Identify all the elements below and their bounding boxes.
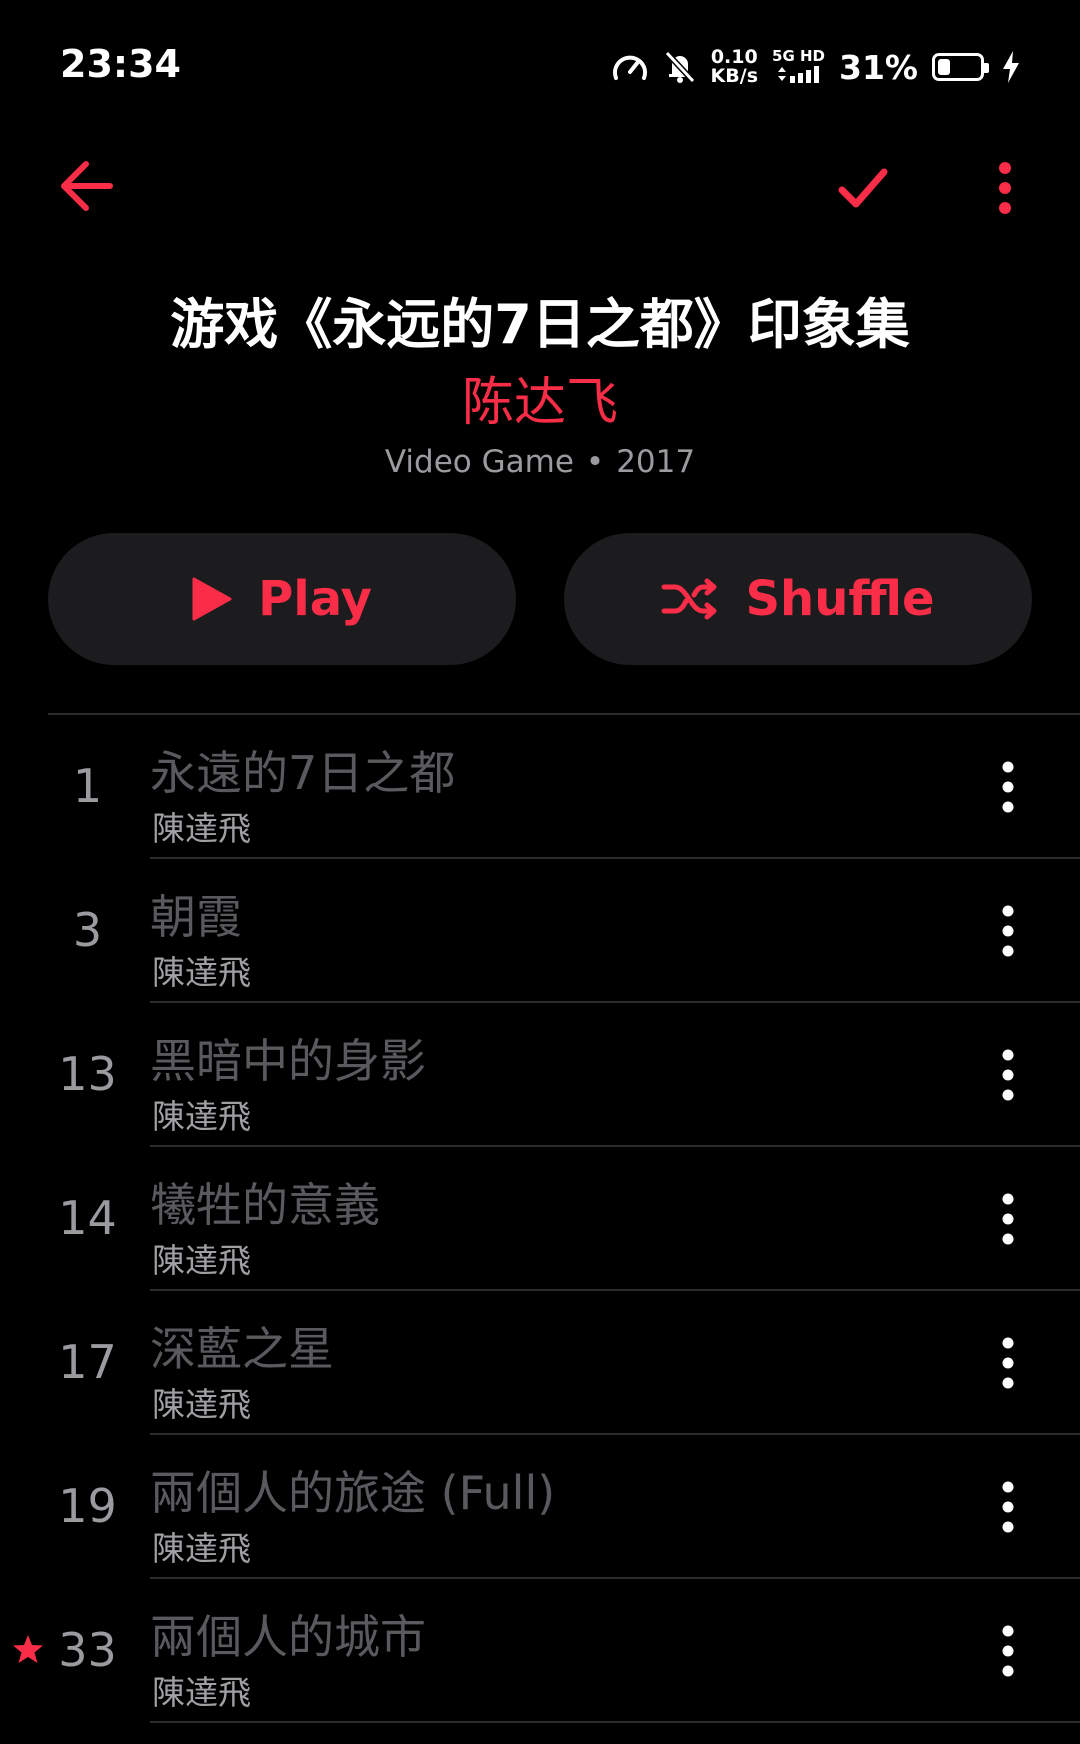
track-row[interactable]: 19 兩個人的旅途 (Full) 陳達飛 [0,1435,1080,1579]
track-number: 1 [72,759,103,813]
track-title: 犧牲的意義 [150,1178,380,1232]
track-artist: 陳達飛 [152,1673,251,1712]
status-time: 23:34 [60,42,181,86]
status-icons: 0.10 KB/s 5G HD 31% [611,44,1020,90]
track-more-button[interactable] [990,1189,1026,1249]
track-title: 永遠的7日之都 [150,746,456,800]
play-label: Play [258,571,372,627]
more-vertical-icon [1002,1337,1014,1389]
more-vertical-icon [1002,1193,1014,1245]
charging-bolt-icon [1002,51,1020,83]
track-row[interactable]: 14 犧牲的意義 陳達飛 [0,1147,1080,1291]
track-more-button[interactable] [990,1045,1026,1105]
track-number: 17 [58,1335,117,1389]
battery-level-fill [938,59,950,75]
track-artist: 陳達飛 [152,809,251,848]
album-title: 游戏《永远的7日之都》印象集 [170,293,910,356]
net-speed: 0.10 KB/s [711,48,758,86]
status-bar: 23:34 0.10 KB/s 5G HD 31% [0,0,1080,130]
shuffle-icon [661,578,717,620]
network-type-label: 5G HD [772,47,825,65]
net-speed-unit: KB/s [710,65,759,87]
track-more-button[interactable] [990,1477,1026,1537]
track-row[interactable]: 3 朝霞 陳達飛 [0,859,1080,1003]
track-separator [150,1721,1080,1723]
signal-icon [776,65,822,87]
track-more-button[interactable] [990,901,1026,961]
track-title: 深藍之星 [150,1322,334,1376]
track-more-button[interactable] [990,1621,1026,1681]
more-vertical-icon [999,162,1011,214]
track-row[interactable]: 13 黑暗中的身影 陳達飛 [0,1003,1080,1147]
track-artist: 陳達飛 [152,1529,251,1568]
shuffle-label: Shuffle [745,571,935,627]
album-artist-link[interactable]: 陈达飞 [0,360,1080,435]
track-artist: 陳達飛 [152,1097,251,1136]
track-number: 33 [58,1623,117,1677]
track-artist: 陳達飛 [152,953,251,992]
network-type: 5G HD [772,47,825,87]
track-title: 兩個人的旅途 (Full) [150,1466,556,1520]
track-row[interactable]: 1 永遠的7日之都 陳達飛 [0,715,1080,859]
track-row[interactable]: 17 深藍之星 陳達飛 [0,1291,1080,1435]
track-title: 黑暗中的身影 [150,1034,426,1088]
meta-separator: • [585,444,605,480]
back-button[interactable] [56,156,116,216]
track-more-button[interactable] [990,757,1026,817]
track-artist: 陳達飛 [152,1241,251,1280]
track-row[interactable]: 33 兩個人的城市 陳達飛 [0,1579,1080,1723]
more-options-button[interactable] [985,156,1025,220]
play-button[interactable]: Play [48,533,516,665]
album-year: 2017 [616,444,696,480]
more-vertical-icon [1002,1481,1014,1533]
track-number: 13 [58,1047,117,1101]
track-artist: 陳達飛 [152,1385,251,1424]
track-number: 19 [58,1479,117,1533]
track-title: 朝霞 [150,890,242,944]
shuffle-button[interactable]: Shuffle [564,533,1032,665]
battery-percent: 31% [839,47,918,87]
speedometer-icon [611,50,649,84]
track-more-button[interactable] [990,1333,1026,1393]
bell-muted-icon [663,49,697,85]
checkmark-icon [838,168,888,208]
battery-icon [932,53,989,81]
track-title: 兩個人的城市 [150,1610,426,1664]
track-number: 14 [58,1191,117,1245]
more-vertical-icon [1002,1049,1014,1101]
done-button[interactable] [834,160,894,216]
more-vertical-icon [1002,761,1014,813]
album-genre: Video Game [384,444,574,480]
track-number: 3 [72,903,103,957]
track-list: 1 永遠的7日之都 陳達飛 3 朝霞 陳達飛 13 黑暗中的身影 陳達飛 14 … [0,715,1080,1723]
more-vertical-icon [1002,1625,1014,1677]
album-meta: Video Game • 2017 [0,444,1080,480]
more-vertical-icon [1002,905,1014,957]
play-icon [192,577,232,621]
arrow-back-icon [61,161,113,211]
